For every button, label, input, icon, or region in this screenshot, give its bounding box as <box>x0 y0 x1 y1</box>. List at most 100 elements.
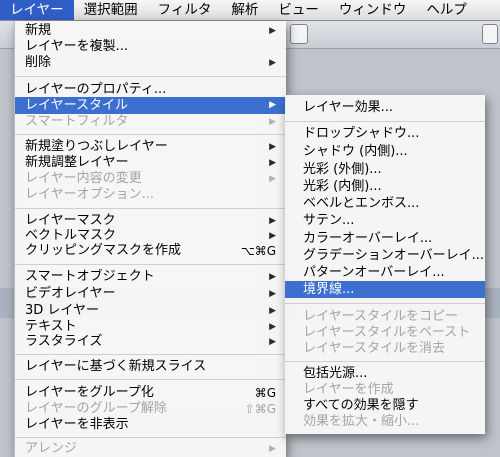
toolbar-button[interactable] <box>482 24 498 44</box>
menu-item-new-fill-layer[interactable]: 新規塗りつぶしレイヤー ▶ <box>15 139 286 155</box>
submenu-arrow-icon: ▶ <box>269 289 276 299</box>
menu-item-label: クリッピングマスクを作成 <box>25 243 182 258</box>
menu-item-smart-filter[interactable]: スマートフィルタ ▶ <box>15 114 286 130</box>
menu-item-arrange[interactable]: アレンジ ▶ <box>15 441 286 457</box>
menu-item-label: スマートフィルタ <box>25 114 129 129</box>
menu-filter[interactable]: フィルタ <box>148 0 222 20</box>
menu-item-label: レイヤーをグループ化 <box>25 385 154 400</box>
submenu-item-scale-effects[interactable]: 効果を拡大・縮小... <box>285 414 485 430</box>
menu-window[interactable]: ウィンドウ <box>329 0 417 20</box>
submenu-item-stroke[interactable]: 境界線... <box>285 281 485 298</box>
shortcut-label: ⇧⌘G <box>244 402 276 416</box>
menu-item-label: シャドウ (内側)... <box>303 144 408 159</box>
submenu-arrow-icon: ▶ <box>269 322 276 332</box>
menu-item-label: 光彩 (外側)... <box>303 162 382 177</box>
submenu-item-copy-style[interactable]: レイヤースタイルをコピー <box>285 309 485 325</box>
submenu-item-color-overlay[interactable]: カラーオーバーレイ... <box>285 231 485 247</box>
menu-item-label: レイヤーを非表示 <box>25 417 129 432</box>
menu-item-rasterize[interactable]: ラスタライズ ▶ <box>15 334 286 350</box>
submenu-arrow-icon: ▶ <box>269 231 276 241</box>
menu-help[interactable]: ヘルプ <box>416 0 477 20</box>
submenu-item-satin[interactable]: サテン... <box>285 213 485 229</box>
menu-separator <box>15 437 286 438</box>
submenu-item-gradient-overlay[interactable]: グラデーションオーバーレイ... <box>285 248 485 264</box>
menu-item-vector-mask[interactable]: ベクトルマスク ▶ <box>15 228 286 244</box>
menu-item-new[interactable]: 新規 ▶ <box>15 23 286 39</box>
menu-item-label: ベベルとエンボス... <box>303 196 420 211</box>
menu-select[interactable]: 選択範囲 <box>74 0 148 20</box>
menu-item-new-adjustment-layer[interactable]: 新規調整レイヤー ▶ <box>15 155 286 171</box>
menu-item-new-slice[interactable]: レイヤーに基づく新規スライス <box>15 359 286 375</box>
submenu-arrow-icon: ▶ <box>269 117 276 127</box>
menu-item-text[interactable]: テキスト ▶ <box>15 319 286 335</box>
menu-item-group-layers[interactable]: レイヤーをグループ化 ⌘G <box>15 385 286 401</box>
menu-separator <box>285 303 485 304</box>
menu-analysis[interactable]: 解析 <box>221 0 268 20</box>
menu-item-properties[interactable]: レイヤーのプロパティ... <box>15 82 286 98</box>
menu-layer[interactable]: レイヤー <box>0 0 74 20</box>
layer-style-submenu: レイヤー効果... ドロップシャドウ... シャドウ (内側)... 光彩 (外… <box>285 95 485 434</box>
submenu-arrow-icon: ▶ <box>269 58 276 68</box>
menu-separator <box>15 76 286 77</box>
menu-item-label: テキスト <box>25 319 77 334</box>
menu-item-label: レイヤー効果... <box>303 100 394 115</box>
submenu-item-global-light[interactable]: 包括光源... <box>285 366 485 382</box>
menu-item-label: サテン... <box>303 213 355 228</box>
submenu-item-clear-style[interactable]: レイヤースタイルを消去 <box>285 341 485 357</box>
menu-item-label: レイヤーのプロパティ... <box>25 82 167 97</box>
menu-item-label: 境界線... <box>303 282 355 297</box>
menu-separator <box>285 361 485 362</box>
menu-item-change-content[interactable]: レイヤー内容の変更 ▶ <box>15 171 286 187</box>
menu-item-label: レイヤースタイル <box>25 98 128 113</box>
menu-item-clipping-mask[interactable]: クリッピングマスクを作成 ⌥⌘G <box>15 243 286 259</box>
menu-item-layer-mask[interactable]: レイヤーマスク ▶ <box>15 213 286 229</box>
submenu-item-drop-shadow[interactable]: ドロップシャドウ... <box>285 126 485 142</box>
submenu-arrow-icon: ▶ <box>269 100 276 110</box>
menu-item-label: レイヤーに基づく新規スライス <box>25 359 207 374</box>
submenu-arrow-icon: ▶ <box>269 174 276 184</box>
menu-item-label: ラスタライズ <box>25 334 103 349</box>
menu-item-duplicate[interactable]: レイヤーを複製... <box>15 39 286 55</box>
menu-item-label: レイヤー内容の変更 <box>25 171 142 186</box>
menu-item-3d-layer[interactable]: 3D レイヤー ▶ <box>15 303 286 319</box>
shortcut-label: ⌥⌘G <box>240 244 276 258</box>
menu-separator <box>285 121 485 122</box>
menu-item-label: 新規調整レイヤー <box>25 155 129 170</box>
menu-item-label: ドロップシャドウ... <box>303 126 420 141</box>
submenu-item-inner-glow[interactable]: 光彩 (内側)... <box>285 179 485 195</box>
submenu-item-hide-all-effects[interactable]: すべての効果を隠す <box>285 398 485 414</box>
submenu-item-pattern-overlay[interactable]: パターンオーバーレイ... <box>285 265 485 281</box>
menu-item-label: レイヤーマスク <box>25 213 116 228</box>
menu-item-smart-object[interactable]: スマートオブジェクト ▶ <box>15 269 286 285</box>
toolbar-button[interactable] <box>290 24 308 44</box>
menu-item-label: ベクトルマスク <box>25 228 117 243</box>
shortcut-label: ⌘G <box>254 386 276 400</box>
menu-item-delete[interactable]: 削除 ▶ <box>15 55 286 71</box>
submenu-arrow-icon: ▶ <box>269 337 276 347</box>
submenu-item-blending-options[interactable]: レイヤー効果... <box>285 100 485 116</box>
menu-item-hide-layers[interactable]: レイヤーを非表示 <box>15 417 286 433</box>
submenu-item-inner-shadow[interactable]: シャドウ (内側)... <box>285 144 485 160</box>
submenu-item-outer-glow[interactable]: 光彩 (外側)... <box>285 162 485 178</box>
submenu-arrow-icon: ▶ <box>269 216 276 226</box>
submenu-arrow-icon: ▶ <box>269 444 276 454</box>
menu-item-layer-style[interactable]: レイヤースタイル ▶ <box>15 97 286 114</box>
menu-item-label: レイヤーのグループ解除 <box>25 401 167 416</box>
menu-item-label: すべての効果を隠す <box>303 398 419 413</box>
menu-item-label: レイヤーを複製... <box>25 39 129 54</box>
menu-item-label: 新規 <box>25 23 52 38</box>
layer-menu: 新規 ▶ レイヤーを複製... 削除 ▶ レイヤーのプロパティ... レイヤース… <box>14 21 286 457</box>
submenu-item-create-layer[interactable]: レイヤーを作成 <box>285 382 485 398</box>
menu-separator <box>15 134 286 135</box>
menu-item-layer-options[interactable]: レイヤーオプション... <box>15 187 286 203</box>
menu-item-label: アレンジ <box>25 441 78 456</box>
menu-item-ungroup-layers[interactable]: レイヤーのグループ解除 ⇧⌘G <box>15 401 286 417</box>
menu-item-label: 新規塗りつぶしレイヤー <box>25 139 168 154</box>
submenu-arrow-icon: ▶ <box>269 158 276 168</box>
menu-view[interactable]: ビュー <box>268 0 329 20</box>
menu-separator <box>15 379 286 380</box>
menu-item-video-layer[interactable]: ビデオレイヤー ▶ <box>15 286 286 302</box>
submenu-item-paste-style[interactable]: レイヤースタイルをペースト <box>285 325 485 341</box>
menu-separator <box>15 264 286 265</box>
submenu-item-bevel-emboss[interactable]: ベベルとエンボス... <box>285 196 485 212</box>
